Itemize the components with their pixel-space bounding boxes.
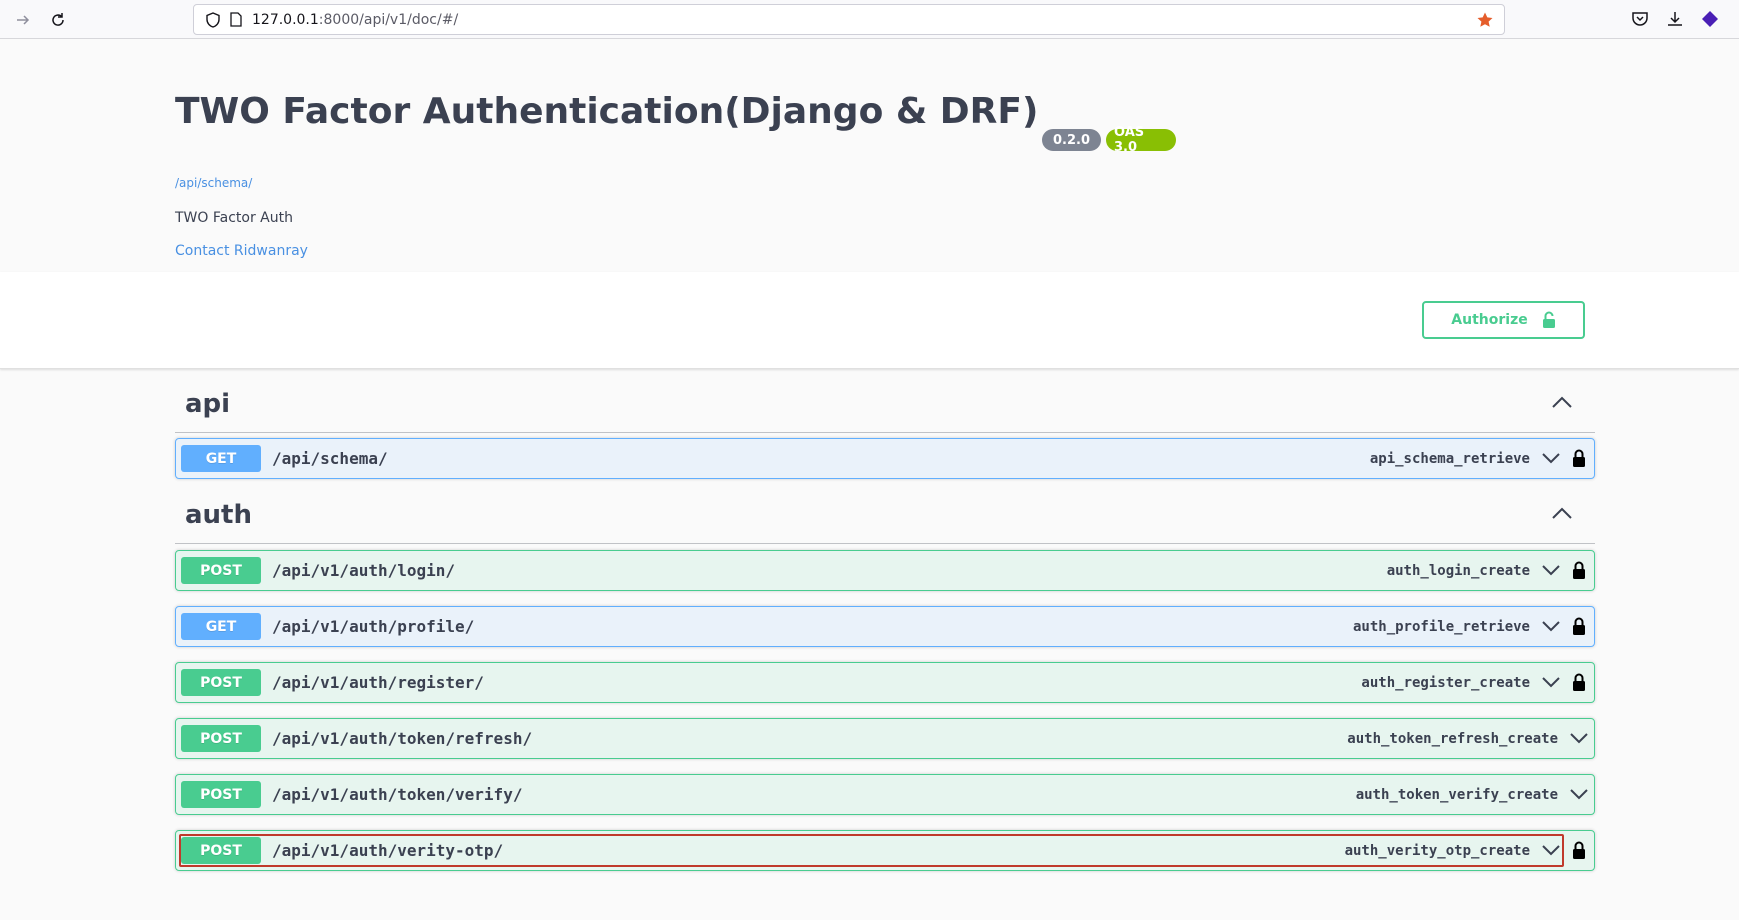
operation-path: /api/v1/auth/token/verify/ [272,785,523,804]
operation-id: auth_token_refresh_create [1347,731,1558,747]
method-badge: GET [181,445,261,472]
operation-path: /api/v1/auth/profile/ [272,617,475,636]
scheme-container: Authorize [0,272,1739,369]
chevron-down-icon[interactable] [1542,452,1560,464]
method-badge: POST [181,669,261,696]
version-badge: 0.2.0 [1042,129,1101,151]
method-badge: POST [181,725,261,752]
method-badge: POST [181,837,261,864]
schema-link[interactable]: /api/schema/ [175,176,252,190]
operation-id: auth_verity_otp_create [1344,843,1530,859]
chevron-up-icon[interactable] [1551,506,1573,520]
tag-header-api[interactable]: api [175,369,1595,433]
method-badge: GET [181,613,261,640]
lock-icon[interactable] [1572,448,1586,468]
opblock-get-api-schema[interactable]: GET /api/schema/ api_schema_retrieve [175,438,1595,479]
operation-path: /api/schema/ [272,449,388,468]
chevron-down-icon[interactable] [1570,788,1588,800]
extension-icon[interactable] [1700,9,1720,29]
unlocked-icon [1542,311,1555,328]
forward-icon[interactable] [12,9,34,31]
url-text: 127.0.0.1:8000/api/v1/doc/#/ [252,11,459,28]
oas-badge: OAS 3.0 [1106,125,1176,155]
browser-toolbar: 127.0.0.1:8000/api/v1/doc/#/ [0,0,1739,39]
operation-path: /api/v1/auth/token/refresh/ [272,729,533,748]
opblock-get-auth-profile[interactable]: GET /api/v1/auth/profile/ auth_profile_r… [175,606,1595,647]
authorize-button[interactable]: Authorize [1422,301,1585,339]
opblock-post-auth-verity-otp[interactable]: POST /api/v1/auth/verity-otp/ auth_verit… [175,830,1595,871]
address-bar[interactable]: 127.0.0.1:8000/api/v1/doc/#/ [193,4,1505,35]
shield-icon[interactable] [206,11,220,28]
reload-icon[interactable] [47,9,69,31]
pocket-icon[interactable] [1630,9,1650,29]
authorize-label: Authorize [1451,312,1528,328]
opblock-post-auth-register[interactable]: POST /api/v1/auth/register/ auth_registe… [175,662,1595,703]
operation-id: auth_profile_retrieve [1352,619,1530,635]
method-badge: POST [181,781,261,808]
operation-path: /api/v1/auth/register/ [272,673,484,692]
lock-icon[interactable] [1572,560,1586,580]
method-badge: POST [181,557,261,584]
chevron-down-icon[interactable] [1542,844,1560,856]
opblock-post-auth-login[interactable]: POST /api/v1/auth/login/ auth_login_crea… [175,550,1595,591]
opblock-post-auth-token-verify[interactable]: POST /api/v1/auth/token/verify/ auth_tok… [175,774,1595,815]
lock-icon[interactable] [1572,840,1586,860]
chevron-down-icon[interactable] [1542,564,1560,576]
operation-id: auth_register_create [1361,675,1530,691]
operation-path: /api/v1/auth/verity-otp/ [272,841,504,860]
lock-icon[interactable] [1572,616,1586,636]
page-title: TWO Factor Authentication(Django & DRF) [175,91,1039,132]
chevron-down-icon[interactable] [1570,732,1588,744]
api-description: TWO Factor Auth [175,210,293,226]
opblock-post-auth-token-refresh[interactable]: POST /api/v1/auth/token/refresh/ auth_to… [175,718,1595,759]
operation-path: /api/v1/auth/login/ [272,561,456,580]
chevron-down-icon[interactable] [1542,620,1560,632]
chevron-up-icon[interactable] [1551,395,1573,409]
tag-header-auth[interactable]: auth [175,480,1595,544]
tag-name: api [185,389,231,419]
contact-link[interactable]: Contact Ridwanray [175,243,308,259]
operation-id: api_schema_retrieve [1369,451,1530,467]
lock-icon[interactable] [1572,672,1586,692]
operation-id: auth_token_verify_create [1355,787,1558,803]
api-info: TWO Factor Authentication(Django & DRF) … [0,39,1739,272]
chevron-down-icon[interactable] [1542,676,1560,688]
operation-id: auth_login_create [1386,563,1530,579]
tag-name: auth [185,500,252,530]
download-icon[interactable] [1665,9,1685,29]
bookmark-star-icon[interactable] [1476,11,1494,29]
page-icon [230,12,242,27]
